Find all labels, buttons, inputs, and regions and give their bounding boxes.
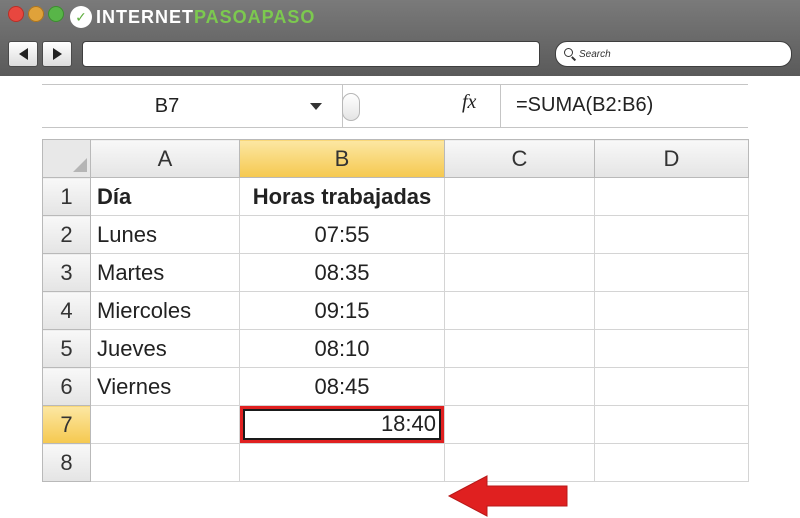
address-bar[interactable] bbox=[82, 41, 540, 67]
table-row: 8 bbox=[42, 443, 749, 482]
row-header[interactable]: 3 bbox=[42, 253, 91, 292]
cell-a8[interactable] bbox=[90, 443, 240, 482]
cell-b7-value: 18:40 bbox=[380, 411, 436, 436]
cell-d5[interactable] bbox=[594, 329, 749, 368]
navigation-bar: Search bbox=[0, 38, 800, 68]
row-header-selected[interactable]: 7 bbox=[42, 405, 91, 444]
cell-c1[interactable] bbox=[444, 177, 595, 216]
search-icon bbox=[564, 48, 577, 61]
cell-b3[interactable]: 08:35 bbox=[239, 253, 445, 292]
table-row: 3 Martes 08:35 bbox=[42, 253, 749, 292]
column-header-d[interactable]: D bbox=[594, 139, 749, 178]
table-row: 6 Viernes 08:45 bbox=[42, 367, 749, 406]
red-arrow-pointer bbox=[447, 475, 568, 517]
logo-text: INTERNET bbox=[96, 6, 194, 27]
table-row: 2 Lunes 07:55 bbox=[42, 215, 749, 254]
minimize-window-button[interactable] bbox=[28, 6, 44, 22]
cell-a6[interactable]: Viernes bbox=[90, 367, 240, 406]
cell-b2[interactable]: 07:55 bbox=[239, 215, 445, 254]
table-row: 5 Jueves 08:10 bbox=[42, 329, 749, 368]
insert-function-icon[interactable]: fx bbox=[462, 91, 476, 114]
cell-c7[interactable] bbox=[444, 405, 595, 444]
cell-b4[interactable]: 09:15 bbox=[239, 291, 445, 330]
cell-a7[interactable] bbox=[90, 405, 240, 444]
cell-c3[interactable] bbox=[444, 253, 595, 292]
column-header-a[interactable]: A bbox=[90, 139, 240, 178]
cell-a2[interactable]: Lunes bbox=[90, 215, 240, 254]
column-header-c[interactable]: C bbox=[444, 139, 595, 178]
name-box[interactable]: B7 bbox=[42, 85, 343, 127]
cell-b1[interactable]: Horas trabajadas bbox=[239, 177, 445, 216]
row-header[interactable]: 6 bbox=[42, 367, 91, 406]
row-header[interactable]: 2 bbox=[42, 215, 91, 254]
formula-bar: B7 fx =SUMA(B2:B6) bbox=[42, 84, 748, 128]
cell-d3[interactable] bbox=[594, 253, 749, 292]
row-header[interactable]: 8 bbox=[42, 443, 91, 482]
chevron-down-icon[interactable] bbox=[310, 102, 322, 110]
back-button[interactable] bbox=[8, 41, 38, 67]
cell-a5[interactable]: Jueves bbox=[90, 329, 240, 368]
cell-c2[interactable] bbox=[444, 215, 595, 254]
formula-input[interactable]: =SUMA(B2:B6) bbox=[516, 94, 653, 117]
table-row: 4 Miercoles 09:15 bbox=[42, 291, 749, 330]
select-all-corner[interactable] bbox=[42, 139, 91, 178]
cell-d4[interactable] bbox=[594, 291, 749, 330]
site-logo: ✓ INTERNETPASOAPASO bbox=[70, 4, 315, 30]
cell-a1[interactable]: Día bbox=[90, 177, 240, 216]
forward-arrow-icon bbox=[52, 48, 62, 60]
cell-c6[interactable] bbox=[444, 367, 595, 406]
formula-bar-splitter[interactable] bbox=[342, 93, 360, 121]
row-header[interactable]: 1 bbox=[42, 177, 91, 216]
name-box-value: B7 bbox=[154, 94, 180, 117]
logo-text-accent: PASOAPASO bbox=[194, 6, 316, 27]
row-header[interactable]: 4 bbox=[42, 291, 91, 330]
cell-d8[interactable] bbox=[594, 443, 749, 482]
cell-b7-selected[interactable]: 18:40 bbox=[239, 405, 445, 444]
close-window-button[interactable] bbox=[8, 6, 24, 22]
cell-a4[interactable]: Miercoles bbox=[90, 291, 240, 330]
row-header[interactable]: 5 bbox=[42, 329, 91, 368]
cell-grid: A B C D 1 Día Horas trabajadas 2 Lunes 0… bbox=[42, 139, 749, 482]
search-box[interactable]: Search bbox=[555, 41, 792, 67]
cell-b8[interactable] bbox=[239, 443, 445, 482]
forward-button[interactable] bbox=[42, 41, 72, 67]
formula-bar-separator bbox=[500, 85, 501, 127]
cell-b6[interactable]: 08:45 bbox=[239, 367, 445, 406]
spreadsheet-area: B7 fx =SUMA(B2:B6) A B C D 1 Día Horas t… bbox=[0, 76, 800, 517]
column-header-row: A B C D bbox=[42, 139, 749, 178]
browser-chrome: ✓ INTERNETPASOAPASO Search bbox=[0, 0, 800, 76]
cell-b5[interactable]: 08:10 bbox=[239, 329, 445, 368]
cell-a3[interactable]: Martes bbox=[90, 253, 240, 292]
table-row: 1 Día Horas trabajadas bbox=[42, 177, 749, 216]
table-row: 7 18:40 bbox=[42, 405, 749, 444]
cell-c4[interactable] bbox=[444, 291, 595, 330]
cell-d2[interactable] bbox=[594, 215, 749, 254]
cell-d1[interactable] bbox=[594, 177, 749, 216]
cell-d7[interactable] bbox=[594, 405, 749, 444]
back-arrow-icon bbox=[18, 48, 28, 60]
logo-icon: ✓ bbox=[70, 6, 92, 28]
cell-d6[interactable] bbox=[594, 367, 749, 406]
search-placeholder: Search bbox=[579, 48, 611, 60]
column-header-b[interactable]: B bbox=[239, 139, 445, 178]
maximize-window-button[interactable] bbox=[48, 6, 64, 22]
title-bar: ✓ INTERNETPASOAPASO bbox=[0, 0, 800, 34]
cell-c5[interactable] bbox=[444, 329, 595, 368]
